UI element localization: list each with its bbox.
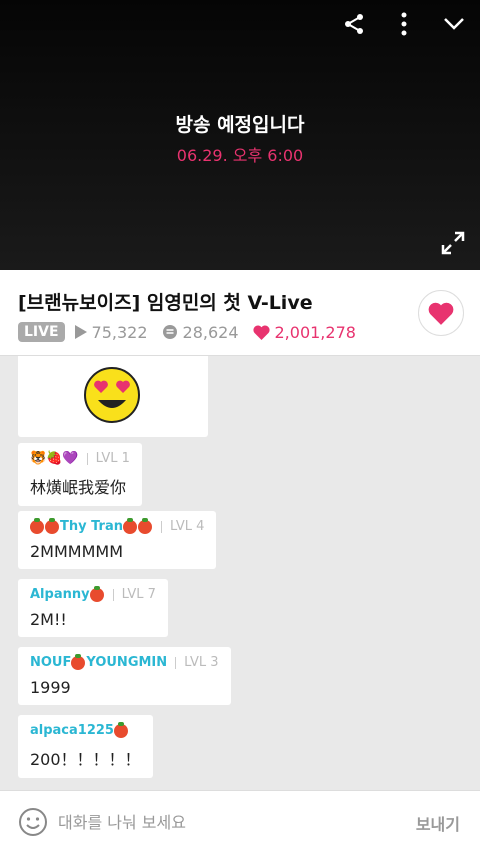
- broadcast-notice: 방송 예정입니다: [175, 114, 305, 136]
- comment-icon: [162, 325, 177, 339]
- chat-text: 200！！！！！: [30, 750, 141, 769]
- chat-message: 🐯🍓💜 LVL 1 林熿岷我爱你: [18, 443, 142, 506]
- live-badge: LIVE: [18, 322, 65, 342]
- share-icon[interactable]: [340, 10, 368, 38]
- chat-input[interactable]: [58, 807, 378, 837]
- chat-message: alpaca1225 200！！！！！: [18, 715, 153, 778]
- player-toolbar: [340, 10, 468, 38]
- heart-icon: [428, 302, 454, 325]
- heart-icon: [252, 324, 270, 340]
- chat-composer: 보내기: [0, 790, 480, 854]
- video-stats: LIVE 75,322 28,624 2,001,278: [18, 322, 370, 342]
- chat-message: Thy Tran LVL 4 2MMMMMM: [18, 511, 217, 569]
- comment-count-value: 28,624: [182, 322, 239, 342]
- chat-text: 2M!!: [30, 610, 67, 629]
- chat-message: Alpanny LVL 7 2M!!: [18, 579, 168, 637]
- broadcast-schedule: 06.29. 오후 6:00: [176, 146, 304, 165]
- heart-eyes-emoji-icon: [84, 367, 140, 423]
- tomato-icon: [89, 585, 104, 602]
- chat-username[interactable]: NOUF: [30, 655, 71, 670]
- video-info: [브랜뉴보이즈] 임영민의 첫 V-Live LIVE 75,322 28,62…: [0, 270, 480, 356]
- tomato-icon: [123, 517, 138, 534]
- play-icon: [74, 325, 87, 339]
- chat-message: NOUF YOUNGMIN LVL 3 1999: [18, 647, 231, 705]
- chat-level: LVL 4: [170, 519, 205, 534]
- chat-username[interactable]: Alpanny: [30, 587, 90, 602]
- chat-text: 2MMMMMM: [30, 542, 124, 561]
- chat-username[interactable]: alpaca1225: [30, 723, 114, 738]
- tomato-icon: [71, 653, 86, 670]
- tomato-icon: [45, 517, 59, 534]
- play-count-value: 75,322: [91, 322, 148, 342]
- chat-text: 林熿岷我爱你: [30, 478, 127, 497]
- video-title: [브랜뉴보이즈] 임영민의 첫 V-Live: [18, 292, 313, 314]
- tomato-icon: [30, 517, 44, 534]
- send-button[interactable]: 보내기: [416, 811, 460, 835]
- heart-count: 2,001,278: [252, 322, 356, 342]
- fullscreen-icon[interactable]: [440, 230, 468, 258]
- comment-count: 28,624: [162, 323, 239, 342]
- play-count: 75,322: [74, 322, 148, 342]
- chat-text: 1999: [30, 678, 71, 697]
- sticker-message: [18, 356, 208, 437]
- chat-username[interactable]: Thy Tran: [60, 519, 123, 534]
- video-player[interactable]: 방송 예정입니다 06.29. 오후 6:00: [0, 0, 480, 270]
- chat-level: LVL 3: [184, 655, 219, 670]
- heart-count-value: 2,001,278: [274, 322, 356, 342]
- tomato-icon: [113, 721, 128, 738]
- chat-level: LVL 7: [121, 587, 156, 602]
- more-options-icon[interactable]: [390, 10, 418, 38]
- chevron-down-icon[interactable]: [440, 10, 468, 38]
- chat-username[interactable]: 🐯🍓💜: [30, 451, 79, 466]
- chat-list[interactable]: 🐯🍓💜 LVL 1 林熿岷我爱你 Thy Tran LVL 4 2MMMMMM …: [0, 356, 480, 790]
- chat-username-part2[interactable]: YOUNGMIN: [86, 655, 167, 670]
- chat-level: LVL 1: [95, 451, 130, 466]
- heart-button[interactable]: [418, 290, 464, 336]
- tomato-icon: [138, 517, 153, 534]
- emoji-smile-icon[interactable]: [18, 807, 48, 837]
